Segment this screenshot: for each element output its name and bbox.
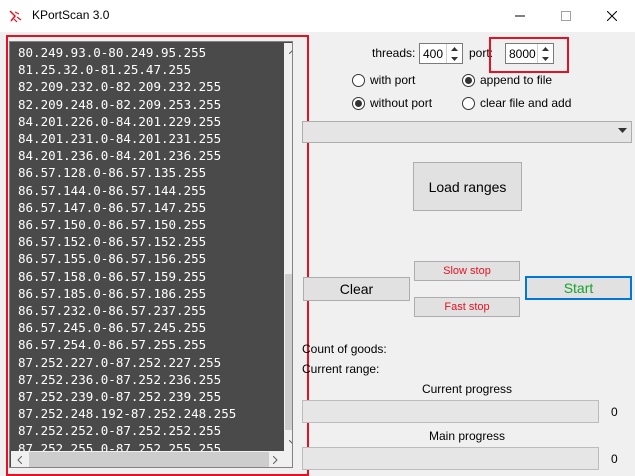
close-icon — [607, 11, 617, 21]
current-progress-bar — [302, 400, 599, 423]
app-icon — [8, 8, 24, 24]
with-port-radio[interactable]: with port — [352, 73, 415, 87]
maximize-icon — [561, 11, 571, 21]
fast-stop-button[interactable]: Fast stop — [414, 297, 520, 317]
threads-value: 400 — [423, 47, 444, 61]
minimize-icon — [515, 15, 525, 17]
main-progress-value: 0 — [611, 452, 618, 466]
current-progress-value: 0 — [611, 405, 618, 419]
caret-down-icon — [451, 56, 458, 61]
maximize-button[interactable] — [543, 0, 589, 32]
threads-decrement[interactable] — [447, 54, 462, 63]
threads-increment[interactable] — [447, 44, 462, 53]
clear-file-radio-circle[interactable] — [462, 96, 475, 110]
append-to-file-label: append to file — [480, 73, 553, 87]
ranges-combobox[interactable] — [302, 121, 632, 143]
without-port-label: without port — [370, 96, 433, 110]
window-title: KPortScan 3.0 — [32, 8, 110, 22]
clear-file-radio[interactable]: clear file and add — [462, 96, 571, 110]
minimize-button[interactable] — [497, 0, 543, 32]
main-progress-bar — [302, 447, 599, 470]
threads-spinbox[interactable]: 400 — [419, 43, 463, 64]
radio-selected-dot — [465, 76, 472, 84]
caret-up-icon — [451, 46, 458, 51]
close-button[interactable] — [589, 0, 635, 32]
main-progress-label: Main progress — [428, 429, 506, 443]
clear-file-label: clear file and add — [480, 96, 572, 110]
with-port-label: with port — [370, 73, 416, 87]
ranges-highlight-frame — [6, 35, 309, 476]
load-ranges-button[interactable]: Load ranges — [413, 162, 522, 211]
radio-selected-dot — [355, 99, 362, 107]
append-to-file-radio[interactable]: append to file — [462, 73, 552, 87]
current-progress-label: Current progress — [421, 382, 513, 396]
with-port-radio-circle[interactable] — [352, 73, 365, 87]
without-port-radio[interactable]: without port — [352, 96, 432, 110]
threads-label: threads: — [372, 46, 416, 60]
chevron-down-icon — [618, 128, 627, 133]
append-to-file-radio-circle[interactable] — [462, 73, 475, 87]
count-of-goods-label: Count of goods: — [302, 342, 387, 356]
clear-button[interactable]: Clear — [303, 277, 410, 301]
current-range-label: Current range: — [302, 362, 380, 376]
start-button[interactable]: Start — [525, 276, 632, 300]
port-highlight-frame — [489, 37, 569, 73]
without-port-radio-circle[interactable] — [352, 96, 365, 110]
slow-stop-button[interactable]: Slow stop — [414, 261, 520, 281]
